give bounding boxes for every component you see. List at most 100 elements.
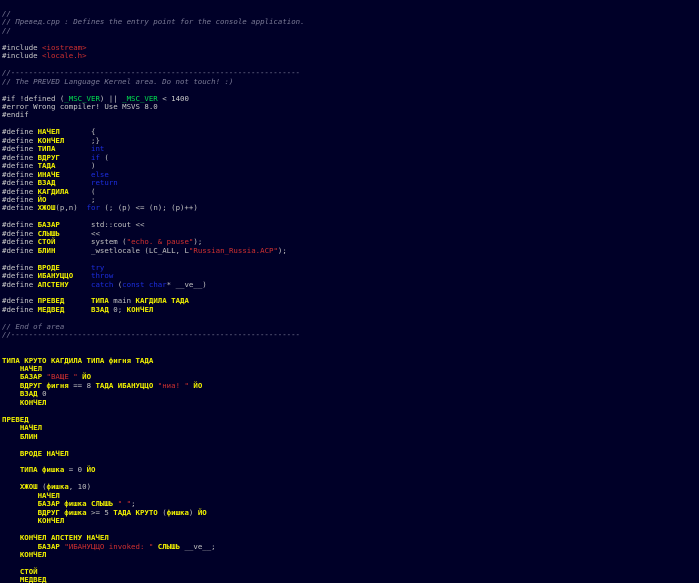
code-token: __ve__; <box>180 541 216 551</box>
code-line: #define АПСТЕНУ catch (const char* __ve_… <box>2 279 699 289</box>
code-token: ВРОДЕ НАЧЕЛ <box>19 448 69 458</box>
code-line: ВДРУГ фишка >= 5 ТАДА КРУТО (фишка) ЙО <box>2 507 699 517</box>
code-token: #define <box>2 279 38 289</box>
code-token: ) <box>188 507 198 517</box>
code-line: // The PREVED Language Kernel area. Do n… <box>2 76 699 86</box>
code-token: (p,n) <box>55 203 87 213</box>
code-token: // Превед.cpp : Defines the entry point … <box>2 17 305 27</box>
code-line: БЛИН <box>2 431 699 441</box>
code-token: catch <box>91 279 114 289</box>
code-token: , 10) <box>68 482 92 492</box>
code-line: ХЖОШ (фишка, 10) <box>2 483 699 491</box>
code-line: #error Wrong compiler! Use MSVS 8.0 <box>2 102 699 111</box>
code-line: #define КАГДИЛА ( <box>2 187 699 196</box>
code-line: КОНЧЕЛ <box>2 397 699 407</box>
code-line: ВДРУГ фигня == 8 ТАДА ИБАНУЦЦО "ниа! " Й… <box>2 380 699 390</box>
code-token: ЙО <box>86 465 96 475</box>
code-line: #define ВЗАД return <box>2 178 699 187</box>
code-line: ПРЕВЕД <box>2 415 699 424</box>
code-line: #define МЕДВЕД ВЗАД 0; КОНЧЕЛ <box>2 304 699 314</box>
code-token: фишка <box>166 507 189 517</box>
code-line: ТИПА фишка = 0 ЙО <box>2 466 699 474</box>
code-line: //--------------------------------------… <box>2 330 699 340</box>
code-token: #endif <box>2 110 29 120</box>
code-token: КОНЧЕЛ <box>126 304 154 314</box>
code-token: "ниа! " <box>157 380 189 390</box>
code-line: #include <iostream> <box>2 43 699 52</box>
code-token: #define <box>2 203 38 213</box>
code-token: ТАДА ИБАНУЦЦО <box>95 380 154 390</box>
code-token: #define <box>2 304 38 314</box>
code-token: КОНЧЕЛ <box>19 550 47 559</box>
code-token: "ИБАНУЦЦО invoked: " <box>64 541 154 551</box>
code-token: >= 5 <box>86 507 114 517</box>
code-token: СЛЫШЬ <box>157 541 181 551</box>
code-token: БЛИН <box>37 245 56 255</box>
code-line: // <box>2 26 699 35</box>
code-token: КОНЧЕЛ <box>19 397 47 407</box>
code-line: СТОЙ <box>2 567 699 576</box>
code-token: // The PREVED Language Kernel area. Do n… <box>2 76 234 86</box>
code-line: КОНЧЕЛ <box>2 550 699 559</box>
code-line: БАЗАР "ИБАНУЦЦО invoked: " СЛЫШЬ __ve__; <box>2 541 699 551</box>
code-token: ( <box>113 279 123 289</box>
code-token: = 0 <box>64 465 87 475</box>
code-token: ТИПА фишка <box>19 465 65 475</box>
code-token: ЙО <box>197 507 207 517</box>
code-token: * __ve__) <box>166 279 207 289</box>
code-token: #define <box>2 245 38 255</box>
code-token: БЛИН <box>19 431 38 441</box>
code-token: ЙО <box>193 380 203 390</box>
code-line: #define ХЖОШ(p,n) for (; (p) <= (n); (p)… <box>2 204 699 212</box>
code-line: #define КОНЧЕЛ ;} <box>2 136 699 145</box>
code-line: #define БЛИН _wsetlocale (LC_ALL, L"Russ… <box>2 245 699 255</box>
code-line: #define ВДРУГ if ( <box>2 152 699 162</box>
code-token: МЕДВЕД <box>37 304 65 314</box>
code-token: "Russian_Russia.ACP" <box>188 245 278 255</box>
code-editor[interactable]: //// Превед.cpp : Defines the entry poin… <box>0 0 699 583</box>
code-line: НАЧЕЛ <box>2 364 699 373</box>
code-token: ( <box>157 507 167 517</box>
code-token: <locale.h> <box>42 51 87 61</box>
code-token: < 1400 <box>157 93 189 103</box>
code-token: ТАДА КРУТО <box>113 507 158 517</box>
code-token: (; (p) <= (n); (p)++) <box>99 203 198 213</box>
code-token: 0; <box>108 304 127 314</box>
code-line: // Превед.cpp : Defines the entry point … <box>2 18 699 26</box>
code-token: ХЖОШ <box>37 203 56 213</box>
code-line: КОНЧЕЛ <box>2 516 699 526</box>
code-line: #define БАЗАР std::cout << <box>2 221 699 229</box>
code-token: //--------------------------------------… <box>2 330 301 340</box>
code-token: КОНЧЕЛ <box>37 516 65 526</box>
code-token: == 8 <box>68 380 96 390</box>
code-token: АПСТЕНУ <box>37 279 69 289</box>
code-token: for <box>86 203 100 213</box>
code-line: #define НАЧЕЛ { <box>2 128 699 136</box>
code-token: #include <box>2 51 43 61</box>
code-token: const char <box>122 279 167 289</box>
code-line: ТИПА КРУТО КАГДИЛА ТИПА фигня ТАДА <box>2 356 699 365</box>
code-token: ВЗАД <box>91 304 109 314</box>
code-line: ВЗАД 0 <box>2 390 699 398</box>
code-line: #endif <box>2 111 699 119</box>
code-token: _wsetlocale (LC_ALL, L <box>55 245 189 255</box>
code-token: МЕДВЕД <box>19 575 47 583</box>
code-line: ВРОДЕ НАЧЕЛ <box>2 448 699 458</box>
code-line: МЕДВЕД <box>2 576 699 583</box>
code-token: ); <box>277 245 287 255</box>
code-token: ( <box>99 152 109 162</box>
